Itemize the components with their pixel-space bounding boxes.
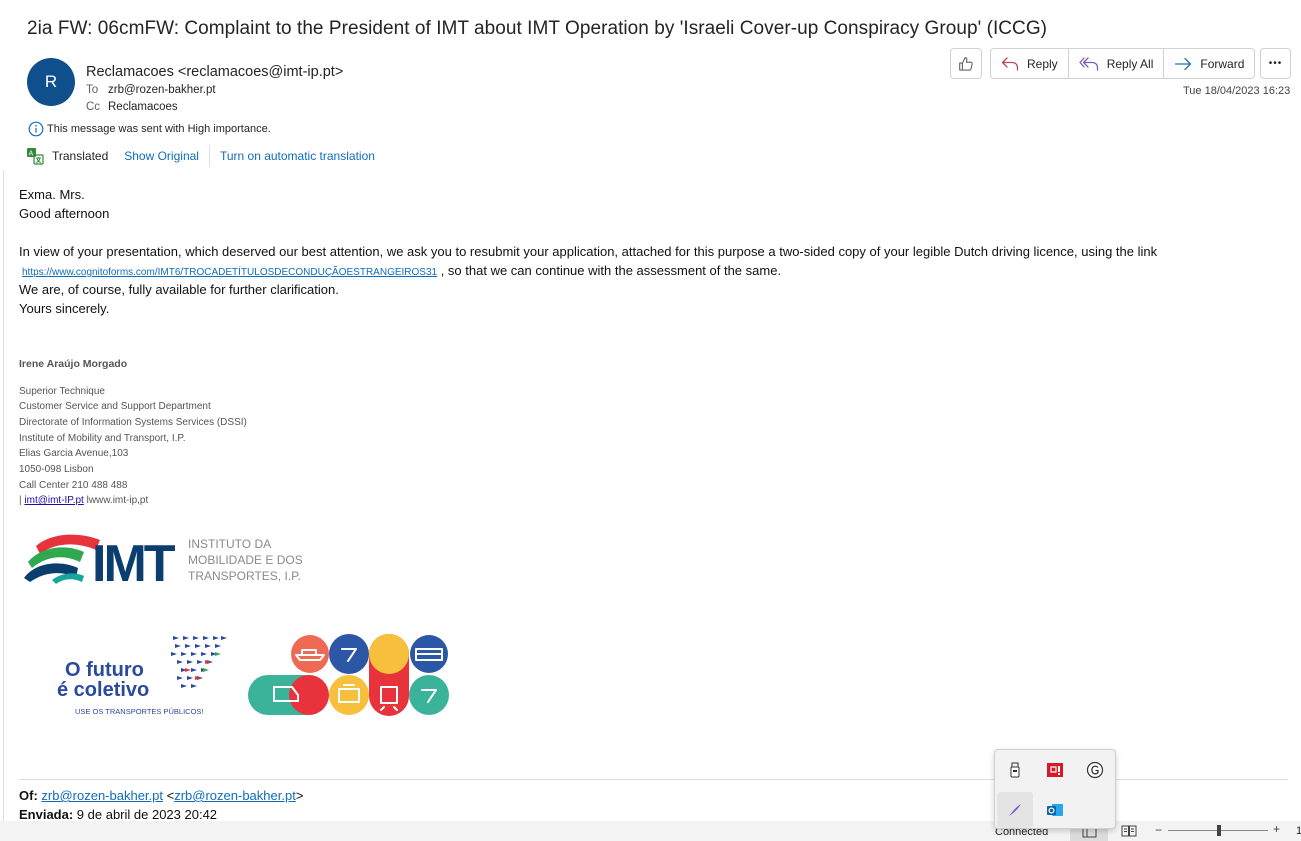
like-button[interactable] bbox=[950, 48, 982, 79]
imt-logo: IMT INSTITUTO DA MOBILIDADE E DOS TRANSP… bbox=[24, 534, 302, 588]
reading-view-button[interactable] bbox=[1120, 823, 1138, 839]
translation-divider bbox=[208, 145, 210, 167]
transport-circles-graphic bbox=[248, 634, 449, 716]
imt-logo-mark: IMT bbox=[92, 535, 176, 588]
to-label: To bbox=[86, 84, 99, 96]
reading-view-icon bbox=[1121, 825, 1137, 837]
usb-drive-icon[interactable] bbox=[1003, 758, 1027, 782]
blue-circle-1 bbox=[329, 634, 369, 674]
arrows-pattern-icon bbox=[171, 636, 227, 688]
forward-sent-label: Enviada: bbox=[19, 807, 74, 822]
body-paragraph-2: We are, of course, fully available for f… bbox=[19, 282, 339, 297]
forward-button[interactable]: Forward bbox=[1164, 49, 1254, 78]
signature-line: 1050-098 Lisbon bbox=[19, 464, 94, 475]
sender-avatar[interactable]: R bbox=[27, 58, 75, 106]
grammarly-icon[interactable] bbox=[1083, 758, 1107, 782]
reply-all-button[interactable]: Reply All bbox=[1069, 49, 1165, 78]
signature-line: Superior Technique bbox=[19, 386, 105, 397]
futuro-tagline: USE OS TRANSPORTES PÚBLICOS! bbox=[75, 707, 204, 716]
email-subject: 2ia FW: 06cmFW: Complaint to the Preside… bbox=[27, 18, 1048, 39]
forward-from-open: < bbox=[163, 788, 175, 803]
body-paragraph-1: In view of your presentation, which dese… bbox=[19, 244, 1158, 259]
reading-pane-left-border bbox=[3, 170, 4, 840]
signature-email-link[interactable]: imt@imt-IP.pt bbox=[24, 495, 83, 506]
forward-sent-line: Enviada: 9 de abril de 2023 20:42 bbox=[19, 807, 217, 822]
body-link-line: https://www.cognitoforms.com/IMT6/TROCAD… bbox=[22, 263, 781, 278]
reply-all-icon bbox=[1079, 56, 1098, 71]
signature-line: Elias Garcia Avenue,103 bbox=[19, 448, 129, 459]
yellow-circle-2 bbox=[369, 634, 409, 674]
to-row: To zrb@rozen-bakher.pt bbox=[86, 84, 216, 96]
forward-from-name-link[interactable]: zrb@rozen-bakher.pt bbox=[41, 788, 163, 803]
imt-logo-text-line2: MOBILIDADE E DOS bbox=[188, 553, 302, 567]
show-original-link[interactable]: Show Original bbox=[124, 149, 199, 163]
body-paragraph-1-tail: , so that we can continue with the asses… bbox=[437, 263, 782, 278]
more-icon: ••• bbox=[1268, 58, 1283, 69]
translation-bar: A Translated Show Original Turn on autom… bbox=[26, 145, 375, 167]
zoom-slider-thumb[interactable] bbox=[1217, 825, 1221, 836]
forward-from-label: Of: bbox=[19, 788, 38, 803]
cc-row: Cc Reclamacoes bbox=[86, 101, 178, 113]
signature-line: Customer Service and Support Department bbox=[19, 401, 211, 412]
imt-logo-text-line3: TRANSPORTES, I.P. bbox=[188, 569, 301, 583]
futuro-coletivo-banner: O futuro é coletivo USE OS TRANSPORTES P… bbox=[57, 636, 227, 716]
forward-from-email-link[interactable]: zrb@rozen-bakher.pt bbox=[174, 788, 296, 803]
futuro-line-2: é coletivo bbox=[57, 679, 149, 701]
zoom-in-button[interactable]: + bbox=[1273, 822, 1280, 836]
cognitoforms-link[interactable]: https://www.cognitoforms.com/IMT6/TROCAD… bbox=[22, 267, 437, 278]
cc-label: Cc bbox=[86, 101, 101, 113]
more-actions-button[interactable]: ••• bbox=[1260, 48, 1291, 79]
auto-translate-link[interactable]: Turn on automatic translation bbox=[220, 149, 375, 163]
to-recipient[interactable]: zrb@rozen-bakher.pt bbox=[108, 84, 216, 96]
signature-line: Institute of Mobility and Transport, I.P… bbox=[19, 433, 186, 444]
pen-icon[interactable] bbox=[1003, 798, 1027, 822]
svg-text:A: A bbox=[29, 150, 34, 158]
zoom-out-button[interactable]: − bbox=[1155, 823, 1162, 837]
info-icon bbox=[28, 121, 44, 137]
signature-line: Directorate of Information Systems Servi… bbox=[19, 417, 247, 428]
teal-circle bbox=[409, 675, 449, 715]
closing-line: Yours sincerely. bbox=[19, 301, 110, 316]
reply-all-label: Reply All bbox=[1106, 56, 1154, 71]
system-tray-overflow bbox=[994, 749, 1116, 829]
outlook-icon[interactable] bbox=[1043, 798, 1067, 822]
zoom-level[interactable]: 1 bbox=[1296, 825, 1301, 837]
greeting-line-2: Good afternoon bbox=[19, 206, 110, 221]
forward-label: Forward bbox=[1200, 56, 1245, 71]
sender-name[interactable]: Reclamacoes <reclamacoes@imt-ip.pt> bbox=[86, 64, 343, 80]
imt-logo-text-line1: INSTITUTO DA bbox=[188, 537, 271, 551]
reply-icon bbox=[1001, 56, 1019, 71]
reply-label: Reply bbox=[1027, 56, 1058, 71]
forward-icon bbox=[1175, 57, 1192, 70]
signature-contact-line: | imt@imt-IP.pt lwww.imt-ip,pt bbox=[19, 495, 148, 506]
forward-sent-value: 9 de abril de 2023 20:42 bbox=[73, 807, 218, 822]
acrobat-icon[interactable] bbox=[1043, 758, 1067, 782]
greeting-line-1: Exma. Mrs. bbox=[19, 187, 85, 202]
forward-from-close: > bbox=[295, 788, 304, 803]
received-date: Tue 18/04/2023 16:23 bbox=[1183, 85, 1291, 97]
yellow-circle-1 bbox=[329, 675, 369, 715]
reply-button[interactable]: Reply bbox=[991, 49, 1069, 78]
red-circle bbox=[289, 675, 329, 715]
avatar-initial: R bbox=[44, 72, 58, 91]
translation-status: Translated bbox=[52, 149, 109, 163]
signature-name: Irene Araújo Morgado bbox=[19, 358, 128, 370]
futuro-line-1: O futuro bbox=[65, 659, 144, 681]
importance-text: This message was sent with High importan… bbox=[47, 123, 271, 135]
signature-line: Call Center 210 488 488 bbox=[19, 480, 128, 491]
signature-website: lwww.imt-ip,pt bbox=[83, 495, 149, 506]
cc-recipient[interactable]: Reclamacoes bbox=[108, 101, 178, 113]
message-actions: Reply Reply All Forward bbox=[990, 48, 1256, 79]
translate-icon: A bbox=[27, 148, 44, 165]
forward-from-line: Of: zrb@rozen-bakher.pt <zrb@rozen-bakhe… bbox=[19, 788, 303, 803]
importance-notice: This message was sent with High importan… bbox=[28, 121, 271, 137]
thumbs-up-icon bbox=[959, 56, 973, 71]
imt-logo-teal-wave bbox=[52, 573, 84, 584]
